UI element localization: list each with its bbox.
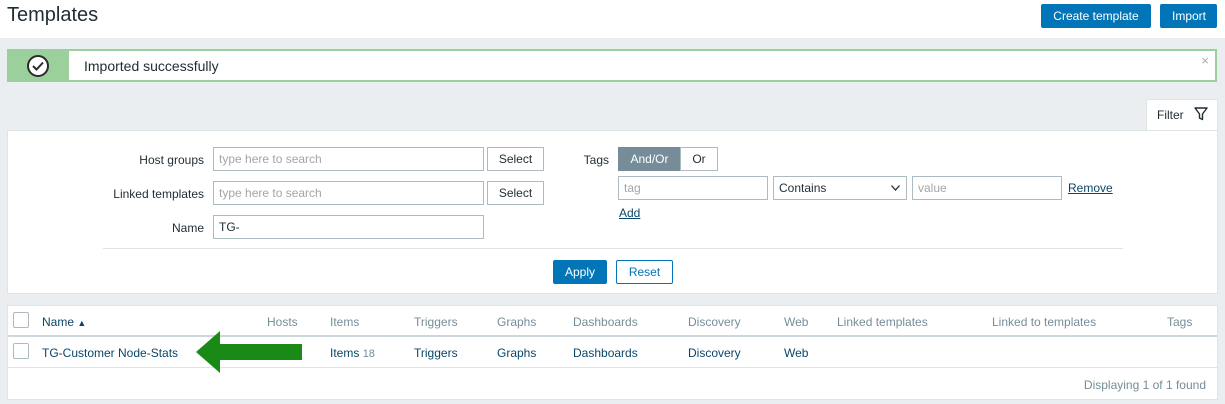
items-link[interactable]: Items: [330, 346, 359, 360]
tags-or-option[interactable]: Or: [680, 147, 718, 171]
linked-templates-input[interactable]: [213, 181, 484, 205]
discovery-link[interactable]: Discovery: [688, 346, 741, 360]
sort-ascending-icon: ▲: [77, 318, 87, 328]
filter-panel: Host groups Select Linked templates Sele…: [7, 130, 1218, 294]
web-link[interactable]: Web: [784, 346, 808, 360]
tag-operator-select[interactable]: Contains: [773, 176, 907, 200]
row-divider: [8, 367, 1217, 368]
dashboards-link[interactable]: Dashboards: [573, 346, 638, 360]
page-header: Templates Create template Import: [0, 0, 1225, 38]
column-header-web: Web: [784, 315, 809, 329]
column-header-dashboards: Dashboards: [573, 315, 638, 329]
name-input[interactable]: [213, 215, 484, 239]
tag-add-link[interactable]: Add: [619, 206, 640, 220]
column-header-linked-to-templates: Linked to templates: [992, 315, 1097, 329]
column-header-graphs: Graphs: [497, 315, 537, 329]
column-header-name-label: Name: [42, 315, 75, 329]
column-header-name[interactable]: Name ▲: [42, 315, 86, 329]
message-text: Imported successfully: [84, 58, 219, 74]
host-groups-select-button[interactable]: Select: [487, 147, 544, 171]
filter-tab-label: Filter: [1157, 108, 1184, 122]
tag-operator-value: Contains: [779, 181, 827, 195]
column-header-tags: Tags: [1167, 315, 1193, 329]
items-count: 18: [362, 348, 375, 360]
select-all-checkbox[interactable]: [13, 312, 29, 328]
tag-remove-link[interactable]: Remove: [1068, 181, 1113, 195]
linked-templates-label: Linked templates: [113, 187, 204, 201]
page-title: Templates: [7, 4, 99, 26]
tag-value-input[interactable]: [912, 176, 1062, 200]
tag-name-input[interactable]: [618, 176, 768, 200]
column-header-hosts: Hosts: [267, 315, 298, 329]
triggers-link[interactable]: Triggers: [414, 346, 458, 360]
column-header-linked-templates: Linked templates: [837, 315, 928, 329]
header-divider: [8, 335, 1217, 337]
apply-button[interactable]: Apply: [553, 260, 607, 284]
host-groups-input[interactable]: [213, 147, 484, 171]
success-message: Imported successfully ×: [7, 49, 1217, 82]
tags-label: Tags: [583, 153, 609, 167]
create-template-button[interactable]: Create template: [1041, 4, 1151, 28]
chevron-down-icon: [891, 185, 900, 191]
import-button[interactable]: Import: [1160, 4, 1217, 28]
items-cell: Items 18: [330, 346, 375, 360]
linked-templates-select-button[interactable]: Select: [487, 181, 544, 205]
row-checkbox[interactable]: [13, 343, 29, 359]
green-left-arrow-icon: [196, 331, 302, 373]
funnel-icon: [1194, 107, 1208, 121]
column-header-discovery: Discovery: [688, 315, 741, 329]
reset-button[interactable]: Reset: [616, 260, 673, 284]
name-label: Name: [171, 221, 204, 235]
template-name-link[interactable]: TG-Customer Node-Stats: [42, 346, 178, 360]
filter-divider: [103, 248, 1123, 249]
column-header-triggers: Triggers: [414, 315, 458, 329]
message-icon-box: [9, 51, 69, 80]
table-footer-count: Displaying 1 of 1 found: [1083, 378, 1206, 392]
filter-tab[interactable]: Filter: [1146, 99, 1218, 131]
templates-table: Name ▲ Hosts Items Triggers Graphs Dashb…: [7, 305, 1218, 400]
host-groups-label: Host groups: [139, 153, 204, 167]
check-circle-icon: [27, 55, 49, 77]
close-icon[interactable]: ×: [1201, 53, 1209, 68]
tags-and-or-option[interactable]: And/Or: [618, 147, 681, 171]
graphs-link[interactable]: Graphs: [497, 346, 536, 360]
column-header-items: Items: [330, 315, 360, 329]
